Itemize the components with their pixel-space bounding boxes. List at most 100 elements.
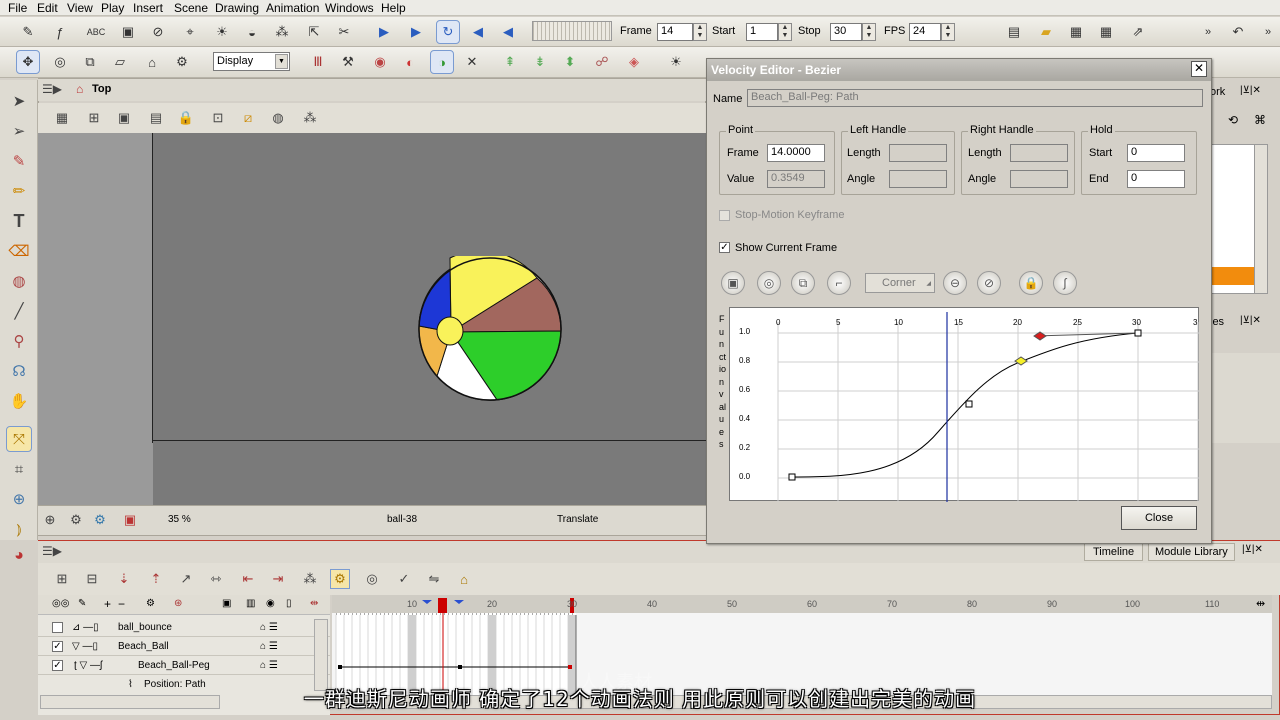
dots-icon[interactable]: ⁂	[270, 20, 294, 44]
menu-edit[interactable]: Edit	[37, 1, 58, 15]
remove-onion-icon[interactable]: ✕	[460, 50, 484, 74]
motion-keyframe-icon[interactable]: ↗	[176, 569, 196, 589]
start-spinner[interactable]: ▲ ▼	[778, 23, 792, 41]
keyframe-icon[interactable]: ⬍	[558, 50, 582, 74]
parent-icon[interactable]: ⊛	[174, 598, 182, 609]
auto-light-icon[interactable]: ⁂	[300, 108, 320, 128]
onion-icon[interactable]: ◉	[368, 50, 392, 74]
point-frame-field[interactable]: 14.0000	[767, 144, 825, 162]
scene-icon[interactable]: ⌂	[454, 569, 474, 589]
preview-icon[interactable]: ▣	[120, 510, 140, 530]
layer-row[interactable]: ✓ ʈ ▽ —ʃ Beach_Ball-Peg ⌂ ☰	[38, 656, 330, 675]
corner-select[interactable]: Corner ◢	[865, 273, 935, 293]
lock-all-icon[interactable]: ⊡	[208, 108, 228, 128]
onion-green-icon[interactable]: ◑	[430, 50, 454, 74]
tab-timeline[interactable]: Timeline	[1084, 543, 1144, 561]
zoom-fit-icon[interactable]: ▣	[721, 271, 745, 295]
frames-area[interactable]: 10 20 30 40 50 60 70 80 90 100 110 ⇹	[332, 595, 1272, 695]
move-icon[interactable]: ⇱	[302, 20, 326, 44]
bowl-icon[interactable]: ◒	[240, 20, 264, 44]
stop-motion-icon[interactable]: ⇿	[206, 569, 226, 589]
motion-icon[interactable]: ☍	[590, 50, 614, 74]
panel-menu-icon[interactable]: |⊻|✕	[1240, 85, 1261, 96]
brush-tool-icon[interactable]: ✎	[6, 148, 32, 174]
start-field[interactable]: 1	[746, 23, 778, 41]
hold-end-field[interactable]: 0	[1127, 170, 1185, 188]
menu-animation[interactable]: Animation	[266, 1, 319, 15]
layer-visible-checkbox[interactable]	[52, 622, 63, 633]
camera-icon[interactable]: ▣	[116, 20, 140, 44]
next-keyframe-icon[interactable]: ⇥	[268, 569, 288, 589]
contour-arrow-icon[interactable]: ➢	[6, 118, 32, 144]
save-icon[interactable]: ▦	[1064, 20, 1088, 44]
edit-icon[interactable]: ✎	[78, 598, 86, 609]
peg-down-icon[interactable]: ⇟	[528, 50, 552, 74]
layer-lock-icon[interactable]: ⌂ ☰	[260, 660, 278, 671]
stop-motion-checkbox[interactable]	[719, 210, 730, 221]
transform-tool-icon[interactable]: ⤧	[6, 426, 32, 452]
undo-icon[interactable]: ↶	[1226, 20, 1250, 44]
light-table-icon[interactable]: ▤	[146, 108, 166, 128]
frame-all-icon[interactable]: ⧉	[791, 271, 815, 295]
brush-icon[interactable]: ✎	[16, 20, 40, 44]
play-sound-icon[interactable]: ▶	[404, 20, 428, 44]
scale-icon[interactable]: ⧉	[78, 50, 102, 74]
ease-curve-icon[interactable]: ∫	[1053, 271, 1077, 295]
sync-keyframe-icon[interactable]: ⇋	[424, 569, 444, 589]
camera-layer-icon[interactable]: ▣	[222, 598, 231, 609]
export-icon[interactable]: ⇗	[1126, 20, 1150, 44]
overflow-icon[interactable]: »	[1196, 20, 1220, 44]
menu-windows[interactable]: Windows	[325, 1, 374, 15]
morph-tool-icon[interactable]: ⌗	[6, 456, 32, 482]
ruler-icon[interactable]: ⧄	[238, 108, 258, 128]
stop-spinner[interactable]: ▲ ▼	[862, 23, 876, 41]
light-icon[interactable]: ☀	[664, 50, 688, 74]
settings-gear-icon[interactable]: ⚙	[66, 510, 86, 530]
close-button[interactable]: Close	[1121, 506, 1197, 530]
frame-spinner[interactable]: ▲ ▼	[693, 23, 707, 41]
hold-start-field[interactable]: 0	[1127, 144, 1185, 162]
hand-tool-icon[interactable]: ✋	[6, 388, 32, 414]
home-icon[interactable]: ⌂	[76, 82, 83, 96]
playback-speed-slider[interactable]	[532, 21, 612, 41]
expand-icon[interactable]: ▯	[286, 598, 292, 609]
pencil-tool-icon[interactable]: ✏	[6, 178, 32, 204]
lock-icon[interactable]: 🔒	[176, 108, 196, 128]
panel-menu-2-icon[interactable]: |⊻|✕	[1240, 315, 1261, 326]
onion-red-icon[interactable]: ◐	[398, 50, 422, 74]
transform-icon[interactable]: ✥	[16, 50, 40, 74]
right-panel-tab-properties[interactable]: ies	[1210, 316, 1224, 328]
dropper-tool-icon[interactable]: ⚲	[6, 328, 32, 354]
add-layer-icon[interactable]: ⊟	[82, 569, 102, 589]
add-drawing-layer-icon[interactable]: ⊞	[52, 569, 72, 589]
refresh-icon[interactable]: ⟲	[1228, 113, 1238, 127]
play-icon[interactable]: ▶	[372, 20, 396, 44]
page-icon[interactable]: ▤	[1002, 20, 1026, 44]
menu-drawing[interactable]: Drawing	[215, 1, 259, 15]
menu-play[interactable]: Play	[101, 1, 124, 15]
layer-row[interactable]: ✓ ▽ —▯ Beach_Ball ⌂ ☰	[38, 637, 330, 656]
pivot-tool-icon[interactable]: ⊕	[6, 486, 32, 512]
add-keyframe-icon[interactable]: ⇣	[114, 569, 134, 589]
prev-keyframe-icon[interactable]: ⇤	[238, 569, 258, 589]
layer-lock-icon[interactable]: ⌂ ☰	[260, 622, 278, 633]
wrench-icon[interactable]: ⚙	[170, 50, 194, 74]
timeline-menu-icon[interactable]: ☰▶	[42, 544, 62, 558]
text-tool-icon[interactable]: T	[6, 208, 32, 234]
layer-lock-icon[interactable]: ⌂ ☰	[260, 641, 278, 652]
peg-layer-icon[interactable]: ʈ ▽ —ʃ	[74, 660, 102, 671]
right-panel-tab-network[interactable]: ork	[1210, 86, 1225, 98]
center-icon[interactable]: ⊕	[40, 510, 60, 530]
timeline-panel-menu-icon[interactable]: |⊻|✕	[1242, 544, 1263, 555]
select-arrow-icon[interactable]: ➤	[6, 88, 32, 114]
layer-visible-checkbox[interactable]: ✓	[52, 660, 63, 671]
shade-icon[interactable]: ◍	[268, 108, 288, 128]
function-graph[interactable]	[729, 307, 1200, 566]
node-list-scrollbar[interactable]	[1254, 144, 1268, 294]
menu-scene[interactable]: Scene	[174, 1, 208, 15]
next-frame-icon[interactable]: ◀	[496, 20, 520, 44]
layer-expand-icon[interactable]: ▽ —▯	[72, 641, 98, 652]
zoom-level[interactable]: 35 %	[168, 514, 191, 525]
remove-icon[interactable]: −	[118, 597, 125, 611]
display-select[interactable]: Display ▼	[213, 52, 290, 71]
